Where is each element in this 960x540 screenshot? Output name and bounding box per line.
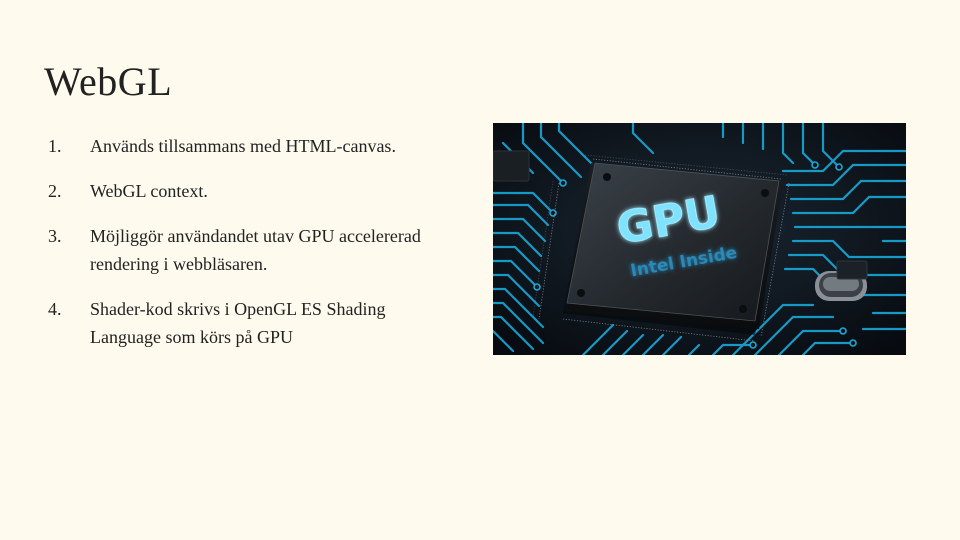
list-item: 2. WebGL context. xyxy=(48,177,448,205)
list-item: 4. Shader-kod skrivs i OpenGL ES Shading… xyxy=(48,295,448,351)
list-item-text: WebGL context. xyxy=(90,181,208,201)
list-item-number: 3. xyxy=(48,226,62,246)
gpu-chip-image: GPU Intel Inside xyxy=(493,123,906,355)
list-item: 1. Används tillsammans med HTML-canvas. xyxy=(48,132,448,160)
list-item-number: 1. xyxy=(48,136,62,156)
slide-title: WebGL xyxy=(44,59,173,104)
list-item-number: 4. xyxy=(48,299,62,319)
list-item-text: Används tillsammans med HTML-canvas. xyxy=(90,136,396,156)
list-item-text: Shader-kod skrivs i OpenGL ES Shading La… xyxy=(90,299,386,347)
gpu-chip-icon: GPU Intel Inside xyxy=(493,123,906,355)
list-item-text: Möjliggör användandet utav GPU accelerer… xyxy=(90,226,421,274)
small-component xyxy=(836,260,868,280)
small-component xyxy=(493,150,530,182)
bullet-list: 1. Används tillsammans med HTML-canvas. … xyxy=(48,132,448,368)
slide: WebGL 1. Används tillsammans med HTML-ca… xyxy=(0,0,960,540)
list-item: 3. Möjliggör användandet utav GPU accele… xyxy=(48,222,448,278)
list-item-number: 2. xyxy=(48,181,62,201)
